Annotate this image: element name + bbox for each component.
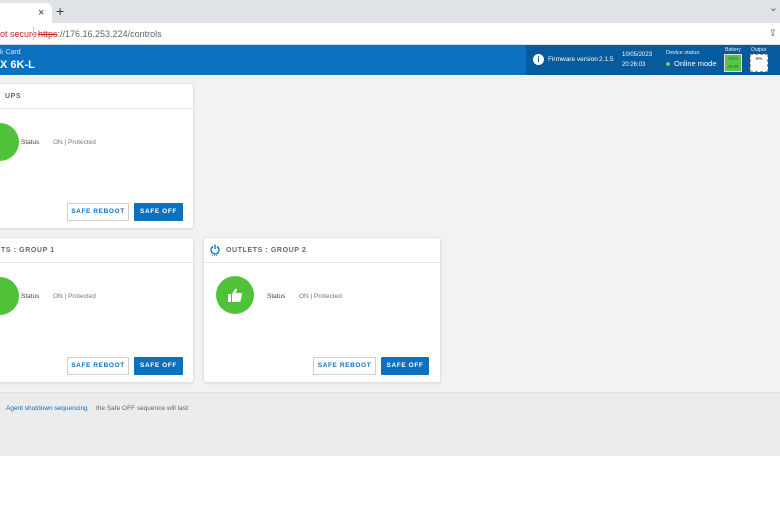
sequence-duration-text: the Safe OFF sequence will last: xyxy=(96,405,190,412)
output-indicator[interactable]: 0% xyxy=(750,54,768,72)
card-title: TS : GROUP 1 xyxy=(1,247,55,254)
url-host-path: ://176.16.253.224/controls xyxy=(57,29,162,39)
brand-title: X 6K-L xyxy=(0,59,35,71)
group2-status-circle xyxy=(216,276,254,314)
battery-indicator[interactable]: 93% 49:25 xyxy=(724,54,742,72)
firmware-label: Firmware version xyxy=(548,56,598,63)
address-separator xyxy=(33,27,34,40)
agent-sequencing-section: Agent shutdown sequencing the Safe OFF s… xyxy=(0,392,780,456)
tab-search-icon[interactable]: ⌄ xyxy=(769,1,778,14)
firmware-version: 2.1.5 xyxy=(599,56,614,63)
date-text: 10/05/2023 xyxy=(622,52,653,58)
safe-off-button[interactable]: SAFE OFF xyxy=(134,203,183,221)
info-icon[interactable]: i xyxy=(533,54,544,65)
status-label: Status xyxy=(21,139,40,146)
agent-shutdown-sequencing-link[interactable]: Agent shutdown sequencing xyxy=(6,405,88,412)
status-label: Status xyxy=(267,293,286,300)
brand-subtitle: k Card xyxy=(0,49,21,56)
device-status-label: Device status: xyxy=(666,50,701,56)
battery-label: Battery xyxy=(725,47,741,53)
safe-reboot-button[interactable]: SAFE REBOOT xyxy=(67,357,129,375)
power-icon xyxy=(210,244,220,256)
group1-status-circle xyxy=(0,277,19,315)
status-value: ON | Protected xyxy=(53,293,96,300)
thumbs-up-icon xyxy=(228,288,243,302)
online-dot-icon xyxy=(666,62,670,66)
time-text: 20:26:03 xyxy=(622,62,646,68)
status-value: ON | Protected xyxy=(53,139,96,146)
ups-card: UPS Status ON | Protected SAFE REBOOT SA… xyxy=(0,83,194,229)
output-percent: 0% xyxy=(755,56,763,61)
group2-card: OUTLETS : GROUP 2 Status ON | Protected … xyxy=(203,237,441,383)
safe-reboot-button[interactable]: SAFE REBOOT xyxy=(313,357,376,375)
device-status-value: Online mode xyxy=(674,59,717,68)
app-header: k Card X 6K-L i Firmware version 2.1.5 1… xyxy=(0,45,780,75)
card-title: UPS xyxy=(5,93,22,100)
status-value: ON | Protected xyxy=(299,293,342,300)
card-header: TS : GROUP 1 xyxy=(0,238,193,263)
browser-tab[interactable]: × xyxy=(0,3,52,23)
new-tab-icon[interactable]: + xyxy=(56,3,64,19)
safe-reboot-button[interactable]: SAFE REBOOT xyxy=(67,203,129,221)
page-bottom-area xyxy=(0,456,780,516)
header-status-panel: i Firmware version 2.1.5 10/05/2023 20:2… xyxy=(526,45,780,75)
battery-percent: 93% xyxy=(728,56,738,61)
battery-runtime: 49:25 xyxy=(727,64,739,69)
output-label: Output xyxy=(751,47,767,53)
group1-card: TS : GROUP 1 Status ON | Protected SAFE … xyxy=(0,237,194,383)
share-icon[interactable]: ⇪ xyxy=(769,28,777,39)
card-header: OUTLETS : GROUP 2 xyxy=(204,238,440,263)
safe-off-button[interactable]: SAFE OFF xyxy=(134,357,183,375)
url-text[interactable]: https://176.16.253.224/controls xyxy=(38,29,162,39)
ups-status-circle xyxy=(0,123,19,161)
address-bar[interactable]: ot secure https://176.16.253.224/control… xyxy=(0,23,780,45)
card-title: OUTLETS : GROUP 2 xyxy=(226,247,307,254)
tab-close-icon[interactable]: × xyxy=(38,7,44,19)
card-header: UPS xyxy=(0,84,193,109)
status-label: Status xyxy=(21,293,40,300)
url-scheme: https xyxy=(38,29,58,39)
not-secure-badge[interactable]: ot secure xyxy=(0,29,37,39)
safe-off-button[interactable]: SAFE OFF xyxy=(381,357,429,375)
browser-tab-strip: × + ⌄ xyxy=(0,0,780,23)
